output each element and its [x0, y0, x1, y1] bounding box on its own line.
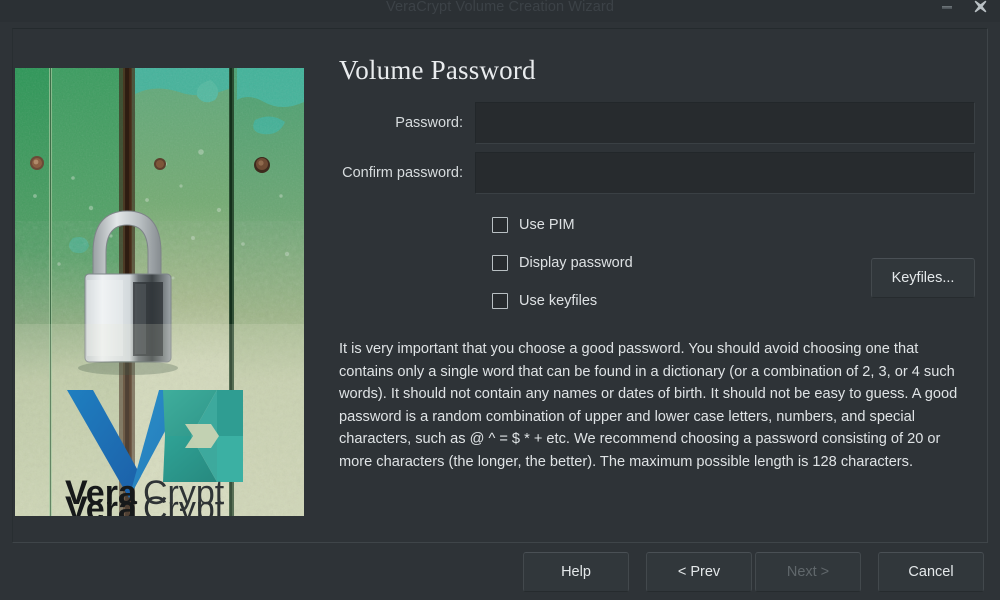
display-password-label: Display password — [519, 255, 633, 271]
page-title: Volume Password — [339, 55, 536, 85]
confirm-password-row: Confirm password: — [327, 152, 987, 194]
cancel-button[interactable]: Cancel — [878, 552, 984, 592]
wizard-footer: Help < Prev Next > Cancel — [0, 552, 1000, 600]
use-keyfiles-checkbox[interactable] — [492, 293, 508, 309]
password-row: Password: — [327, 102, 987, 144]
wizard-content-panel: Vera Crypt Vera Crypt Volume Password Pa… — [12, 28, 988, 543]
options-group: Use PIM Display password Use keyfiles Ke… — [327, 206, 987, 320]
display-password-checkbox[interactable] — [492, 255, 508, 271]
password-input[interactable] — [475, 102, 975, 144]
confirm-password-input[interactable] — [475, 152, 975, 194]
use-keyfiles-label: Use keyfiles — [519, 293, 598, 309]
keyfiles-button[interactable]: Keyfiles... — [871, 258, 975, 298]
wizard-main-content: Volume Password Password: Confirm passwo… — [327, 41, 987, 541]
password-advice-text: It is very important that you choose a g… — [339, 341, 958, 470]
svg-text:Crypt: Crypt — [143, 474, 225, 512]
window-titlebar: VeraCrypt Volume Creation Wizard — [0, 0, 1000, 22]
green-door-padlock-photo: Vera Crypt Vera Crypt — [15, 68, 304, 516]
confirm-password-label: Confirm password: — [342, 165, 463, 181]
svg-text:Vera: Vera — [65, 474, 138, 512]
veracrypt-wizard-window: VeraCrypt Volume Creation Wizard Vera Cr… — [0, 0, 1000, 600]
minimize-icon[interactable] — [939, 0, 955, 14]
close-icon[interactable] — [972, 0, 988, 14]
option-row-use-pim[interactable]: Use PIM — [327, 206, 987, 244]
password-form: Password: Confirm password: Use PIM Disp… — [327, 102, 987, 320]
use-pim-label: Use PIM — [519, 217, 575, 233]
next-button: Next > — [755, 552, 861, 592]
use-pim-checkbox[interactable] — [492, 217, 508, 233]
help-button[interactable]: Help — [523, 552, 629, 592]
window-controls — [939, 0, 988, 14]
banner-image: Vera Crypt Vera Crypt — [15, 68, 304, 516]
prev-button[interactable]: < Prev — [646, 552, 752, 592]
password-label: Password: — [395, 115, 463, 131]
window-title: VeraCrypt Volume Creation Wizard — [385, 0, 615, 15]
